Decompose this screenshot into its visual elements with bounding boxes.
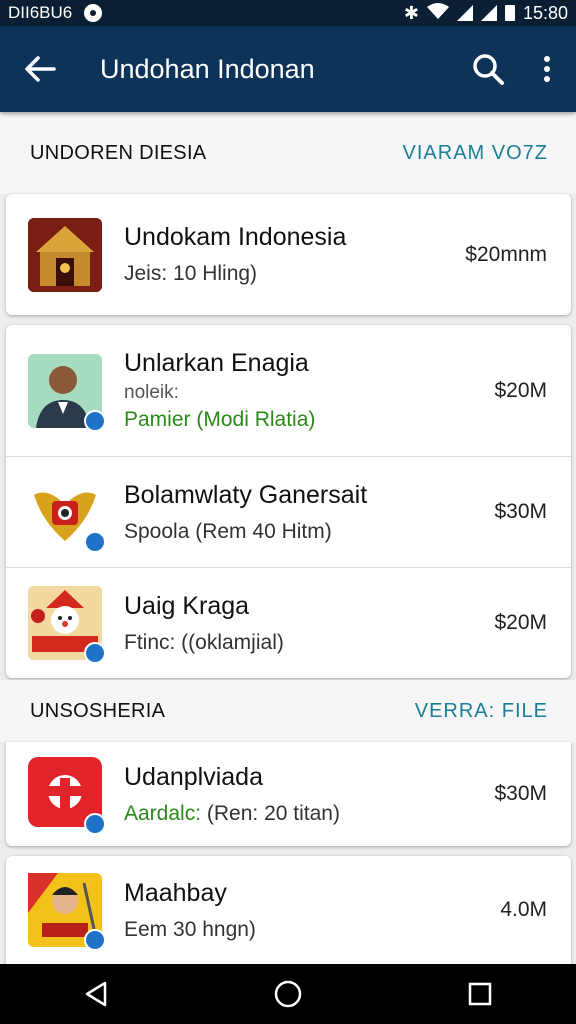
item-detail: Jeis: 10 Hling)	[124, 262, 258, 285]
list-card: Undokam Indonesia Jeis: 10 Hling) $20mnm	[6, 194, 571, 315]
overflow-menu-button[interactable]	[518, 26, 576, 112]
more-vertical-icon	[544, 56, 550, 82]
bluetooth-icon: ✱	[403, 2, 419, 23]
section-header: UNSOSHERIA VERRA: FILE	[0, 680, 576, 742]
search-icon	[473, 54, 504, 85]
item-detail-text: (Ren: 20 titan)	[206, 801, 340, 825]
badge-icon	[84, 642, 106, 664]
page-title: Undohan Indonan	[100, 53, 315, 84]
battery-icon	[504, 5, 515, 21]
home-circle-icon	[274, 980, 302, 1008]
item-text: Bolamwlaty Ganersait Spoola (Rem 40 Hitm…	[124, 481, 441, 544]
item-price: $20M	[494, 611, 547, 634]
item-price: $20mnm	[465, 242, 547, 266]
item-title: Bolamwlaty Ganersait	[124, 480, 368, 509]
list-item[interactable]: Unlarkan Enagia noleik: Pamier (Modi Rla…	[6, 325, 571, 456]
nav-back-button[interactable]	[56, 964, 136, 1024]
badge-icon	[84, 813, 106, 835]
list-item[interactable]: Udanplviada Aardalc: (Ren: 20 titan) $30…	[6, 742, 571, 846]
item-detail: Eem 30 hngn)	[124, 917, 256, 941]
item-detail: Pamier (Modi Rlatia)	[124, 408, 316, 431]
item-price: $20M	[494, 378, 547, 402]
item-text: Unlarkan Enagia noleik: Pamier (Modi Rla…	[124, 349, 441, 432]
notification-icon	[84, 4, 103, 22]
clock: 15:80	[522, 2, 568, 23]
item-title: Uaig Kraga	[124, 591, 250, 620]
search-button[interactable]	[458, 26, 518, 112]
back-triangle-icon	[85, 981, 107, 1007]
item-text: Maahbay Eem 30 hngn)	[124, 879, 441, 942]
app-thumbnail	[28, 475, 106, 553]
list-card: Udanplviada Aardalc: (Ren: 20 titan) $30…	[6, 742, 571, 846]
signal-icon	[456, 5, 473, 21]
status-bar: DII6BU6 ✱ 15:80	[0, 0, 576, 26]
item-title: Undokam Indonesia	[124, 223, 347, 251]
carrier-label: DII6BU6	[8, 3, 73, 22]
section-title: UNSOSHERIA	[30, 699, 166, 722]
badge-icon	[84, 531, 106, 553]
item-detail: Aardalc: (Ren: 20 titan)	[124, 802, 441, 826]
app-thumbnail	[28, 873, 106, 951]
list-card: Maahbay Eem 30 hngn) 4.0M	[6, 856, 571, 964]
item-price: $30M	[494, 500, 547, 523]
section-title: UNDOREN DIESIA	[30, 141, 207, 164]
list-item[interactable]: Maahbay Eem 30 hngn) 4.0M	[6, 856, 571, 964]
navigation-bar	[0, 964, 576, 1024]
item-price: $30M	[494, 782, 547, 805]
item-price: 4.0M	[500, 898, 547, 921]
app-thumbnail	[28, 217, 102, 292]
badge-icon	[84, 409, 106, 432]
back-button[interactable]	[0, 26, 80, 112]
item-detail: Spoola (Rem 40 Hitm)	[124, 519, 332, 543]
badge-icon	[84, 929, 106, 951]
wifi-icon	[426, 2, 449, 24]
section-link[interactable]: VERRA: FILE	[415, 700, 548, 723]
item-text: Udanplviada Aardalc: (Ren: 20 titan)	[124, 763, 441, 826]
list-item[interactable]: Undokam Indonesia Jeis: 10 Hling) $20mnm	[6, 194, 571, 315]
item-detail: Ftinc: ((oklamjial)	[124, 630, 284, 654]
app-thumbnail	[28, 586, 106, 664]
item-text: Undokam Indonesia Jeis: 10 Hling)	[124, 223, 441, 286]
section-link[interactable]: VIARAM VO7Z	[403, 142, 548, 165]
item-title: Udanplviada	[124, 762, 263, 791]
item-title: Maahbay	[124, 878, 227, 907]
item-subtitle: noleik:	[124, 382, 179, 403]
app-bar: Undohan Indonan	[0, 26, 576, 112]
arrow-left-icon	[25, 56, 56, 82]
nav-home-button[interactable]	[248, 964, 328, 1024]
list-card: Unlarkan Enagia noleik: Pamier (Modi Rla…	[6, 325, 571, 678]
item-title: Unlarkan Enagia	[124, 349, 309, 377]
list-item[interactable]: Bolamwlaty Ganersait Spoola (Rem 40 Hitm…	[6, 456, 571, 567]
app-thumbnail	[28, 757, 106, 835]
nav-recents-button[interactable]	[440, 964, 520, 1024]
item-text: Uaig Kraga Ftinc: ((oklamjial)	[124, 592, 441, 655]
item-detail-prefix: Aardalc:	[124, 801, 202, 825]
temple-icon	[28, 217, 102, 292]
section-header: UNDOREN DIESIA VIARAM VO7Z	[0, 112, 576, 194]
app-list[interactable]: UNDOREN DIESIA VIARAM VO7Z Undokam Indon…	[0, 112, 576, 964]
signal-icon-2	[480, 5, 497, 21]
list-item[interactable]: Uaig Kraga Ftinc: ((oklamjial) $20M	[6, 567, 571, 678]
app-thumbnail	[28, 353, 106, 432]
recents-square-icon	[468, 982, 492, 1006]
